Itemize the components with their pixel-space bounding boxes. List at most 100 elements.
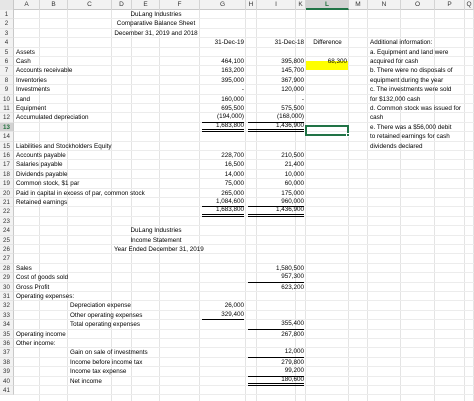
income-before-tax-label: Income before income tax xyxy=(70,358,143,366)
additional-info-line: for $132,000 cash xyxy=(370,95,421,103)
row-header-29[interactable]: 29 xyxy=(0,273,14,283)
row-header-12[interactable]: 12 xyxy=(0,113,14,123)
row-header-39[interactable]: 39 xyxy=(0,367,14,377)
additional-info-line: a. Equipment and land were xyxy=(370,48,449,56)
asset-label: Investments xyxy=(16,86,50,94)
liability-label: Retained earnings xyxy=(16,199,68,206)
row-header-23[interactable]: 23 xyxy=(0,216,14,227)
row-header-40[interactable]: 40 xyxy=(0,376,14,386)
row-header-4[interactable]: 4 xyxy=(0,38,14,48)
column-header-p[interactable]: P xyxy=(435,0,465,10)
column-header-i[interactable]: I xyxy=(257,0,296,10)
column-header-e[interactable]: E xyxy=(132,0,160,10)
balance-sheet-title: Comparative Balance Sheet xyxy=(116,20,196,28)
row-header-38[interactable]: 38 xyxy=(0,357,14,368)
depreciation-label: Depreciation expense xyxy=(70,302,131,310)
additional-info-line: equipment during the year xyxy=(370,76,444,84)
row-header-31[interactable]: 31 xyxy=(0,292,14,302)
row-header-13[interactable]: 13 xyxy=(0,122,14,133)
other-opex-label: Other operating expenses xyxy=(70,311,143,319)
row-header-28[interactable]: 28 xyxy=(0,263,14,274)
column-header-l[interactable]: L xyxy=(306,0,349,10)
row-header-18[interactable]: 18 xyxy=(0,169,14,180)
header-2019: 31-Dec-19 xyxy=(214,39,244,47)
additional-info-line: to retained earnings for cash xyxy=(370,133,450,141)
liability-2019: 16,500 xyxy=(224,161,244,169)
asset-2019: 464,100 xyxy=(221,58,244,65)
asset-label: Inventories xyxy=(16,76,47,84)
row-header-3[interactable]: 3 xyxy=(0,28,14,39)
fill-handle[interactable] xyxy=(346,133,350,137)
row-header-20[interactable]: 20 xyxy=(0,188,14,198)
row-header-8[interactable]: 8 xyxy=(0,75,14,86)
row-header-5[interactable]: 5 xyxy=(0,47,14,57)
asset-2019: - xyxy=(241,86,244,94)
additional-info-line: e. There was a $56,000 debit xyxy=(370,123,452,131)
asset-label: Equipment xyxy=(16,105,47,112)
select-all-corner[interactable] xyxy=(0,0,14,10)
row-header-27[interactable]: 27 xyxy=(0,254,14,264)
column-header-g[interactable]: G xyxy=(200,0,246,10)
asset-2018: - xyxy=(301,95,304,103)
net-income-label: Net income xyxy=(70,377,102,385)
row-header-21[interactable]: 21 xyxy=(0,198,14,208)
is-title: Income Statement xyxy=(130,236,182,244)
asset-difference: 68,300 xyxy=(327,58,347,65)
row-header-17[interactable]: 17 xyxy=(0,160,14,170)
grid-hline xyxy=(14,234,474,236)
row-header-9[interactable]: 9 xyxy=(0,85,14,95)
liability-2018: 21,400 xyxy=(284,161,304,169)
row-header-37[interactable]: 37 xyxy=(0,348,14,358)
column-header-n[interactable]: N xyxy=(368,0,401,10)
row-header-35[interactable]: 35 xyxy=(0,329,14,339)
column-header-q[interactable]: Q xyxy=(465,0,474,10)
row-header-15[interactable]: 15 xyxy=(0,141,14,151)
row-header-32[interactable]: 32 xyxy=(0,301,14,311)
grid-hline xyxy=(14,27,474,29)
net-income-value: 180,600 xyxy=(248,376,304,386)
asset-label: Accounts receivable xyxy=(16,67,73,75)
asset-2018: 395,800 xyxy=(281,58,304,65)
spreadsheet-grid[interactable]: ABCDEFGHIKLMNOPQ 1 2 3 4 5 6 7 8 9 10 11 12 13 14 15 16… xyxy=(0,0,474,401)
additional-info-line: d. Common stock was issued for xyxy=(370,105,461,112)
liability-label: Accounts payable xyxy=(16,152,66,159)
row-header-7[interactable]: 7 xyxy=(0,66,14,76)
row-header-25[interactable]: 25 xyxy=(0,235,14,245)
liabilities-label: Liabilities and Stockholders Equity xyxy=(16,142,112,150)
row-header-14[interactable]: 14 xyxy=(0,132,14,142)
row-header-11[interactable]: 11 xyxy=(0,104,14,114)
additional-info-line: c. The investments were sold xyxy=(370,86,452,94)
row-header-30[interactable]: 30 xyxy=(0,282,14,292)
column-header-c[interactable]: C xyxy=(68,0,112,10)
row-header-33[interactable]: 33 xyxy=(0,310,14,321)
total-assets-2018: 1,436,900 xyxy=(248,122,304,133)
column-header-h[interactable]: H xyxy=(246,0,257,10)
balance-sheet-period: December 31, 2019 and 2018 xyxy=(114,29,198,37)
row-header-16[interactable]: 16 xyxy=(0,151,14,161)
row-header-1[interactable]: 1 xyxy=(0,10,14,20)
sales-label: Sales xyxy=(16,264,32,272)
liability-2018: 175,000 xyxy=(281,189,304,197)
income-before-tax-value: 279,800 xyxy=(281,358,304,366)
row-header-34[interactable]: 34 xyxy=(0,320,14,330)
column-header-k[interactable]: K xyxy=(296,0,306,10)
column-header-b[interactable]: B xyxy=(40,0,68,10)
column-header-m[interactable]: M xyxy=(349,0,368,10)
liability-2018: 60,000 xyxy=(284,180,304,188)
row-header-19[interactable]: 19 xyxy=(0,179,14,189)
column-header-f[interactable]: F xyxy=(160,0,200,10)
row-header-41[interactable]: 41 xyxy=(0,386,14,396)
depreciation-value: 26,000 xyxy=(224,302,244,310)
column-header-o[interactable]: O xyxy=(401,0,435,10)
is-company-name: DuLang Industries xyxy=(130,227,182,235)
row-header-2[interactable]: 2 xyxy=(0,19,14,29)
active-cell-l13[interactable] xyxy=(305,125,349,137)
column-header-a[interactable]: A xyxy=(14,0,40,10)
row-header-22[interactable]: 22 xyxy=(0,207,14,217)
row-header-26[interactable]: 26 xyxy=(0,245,14,255)
row-header-36[interactable]: 36 xyxy=(0,339,14,349)
row-header-6[interactable]: 6 xyxy=(0,57,14,67)
column-header-d[interactable]: D xyxy=(112,0,132,10)
row-header-24[interactable]: 24 xyxy=(0,226,14,236)
row-header-10[interactable]: 10 xyxy=(0,94,14,104)
